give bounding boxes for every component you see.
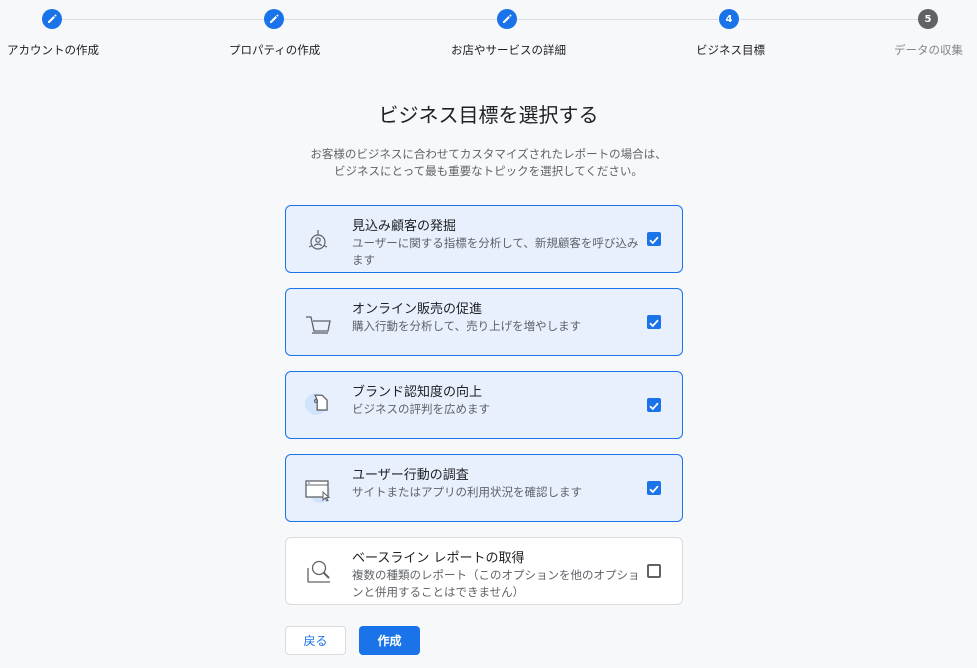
step-1-label[interactable]: アカウントの作成 (7, 42, 99, 58)
step-connector (62, 19, 264, 20)
goal-checkbox[interactable] (647, 481, 661, 495)
goal-title: ブランド認知度の向上 (352, 385, 483, 400)
setup-stepper: 4 5 アカウントの作成 プロパティの作成 お店やサービスの詳細 ビジネス目標 … (0, 0, 977, 70)
goal-description: ビジネスの評判を広めます (352, 402, 490, 416)
step-2-pencil-icon[interactable] (264, 9, 284, 29)
goal-checkbox[interactable] (647, 564, 661, 578)
step-3-pencil-icon[interactable] (497, 9, 517, 29)
goal-title: ユーザー行動の調査 (352, 468, 469, 483)
goal-description: 購入行動を分析して、売り上げを増やします (352, 319, 582, 333)
price-tag-icon (302, 388, 338, 424)
step-1-pencil-icon[interactable] (42, 9, 62, 29)
goal-option-generate-leads[interactable]: 見込み顧客の発掘 ユーザーに関する指標を分析して、新規顧客を呼び込みます (285, 205, 683, 273)
page-title: ビジネス目標を選択する (378, 103, 599, 127)
browser-cursor-icon (302, 471, 338, 507)
check-icon (649, 485, 659, 494)
goal-checkbox[interactable] (647, 315, 661, 329)
goal-description: ユーザーに関する指標を分析して、新規顧客を呼び込みます (352, 236, 639, 267)
check-icon (649, 319, 659, 328)
page-subtitle: お客様のビジネスに合わせてカスタマイズされたレポートの場合は、 ビジネスにとって… (0, 146, 977, 180)
goal-description: 複数の種類のレポート（このオプションを他のオプションと併用することはできません） (352, 568, 640, 599)
goal-checkbox[interactable] (647, 398, 661, 412)
goal-option-get-baseline-reports[interactable]: ベースライン レポートの取得 複数の種類のレポート（このオプションを他のオプショ… (285, 537, 683, 605)
create-button[interactable]: 作成 (359, 626, 420, 655)
step-connector (740, 19, 918, 20)
step-4-label: ビジネス目標 (696, 43, 765, 57)
subtitle-line-1: お客様のビジネスに合わせてカスタマイズされたレポートの場合は、 (310, 147, 667, 161)
goal-option-drive-online-sales[interactable]: オンライン販売の促進 購入行動を分析して、売り上げを増やします (285, 288, 683, 356)
step-3-label[interactable]: お店やサービスの詳細 (451, 42, 566, 58)
step-connector (284, 19, 497, 20)
goal-checkbox[interactable] (647, 232, 661, 246)
subtitle-line-2: ビジネスにとって最も重要なトピックを選択してください。 (334, 164, 643, 178)
step-4-number: 4 (719, 9, 739, 29)
goal-title: オンライン販売の促進 (352, 302, 483, 317)
goal-title: 見込み顧客の発掘 (352, 219, 457, 234)
check-icon (649, 402, 659, 411)
goal-option-raise-brand-awareness[interactable]: ブランド認知度の向上 ビジネスの評判を広めます (285, 371, 683, 439)
magnifier-icon (302, 554, 338, 590)
step-connector (517, 19, 718, 20)
step-5-label: データの収集 (894, 43, 963, 57)
back-button[interactable]: 戻る (285, 626, 346, 655)
step-5-number: 5 (918, 9, 938, 29)
check-icon (649, 236, 659, 245)
goal-title: ベースライン レポートの取得 (352, 551, 525, 566)
target-person-icon (302, 222, 338, 258)
goal-description: サイトまたはアプリの利用状況を確認します (352, 485, 582, 499)
step-2-label[interactable]: プロパティの作成 (229, 42, 320, 58)
goal-option-examine-user-behavior[interactable]: ユーザー行動の調査 サイトまたはアプリの利用状況を確認します (285, 454, 683, 522)
shopping-cart-icon (302, 305, 338, 341)
